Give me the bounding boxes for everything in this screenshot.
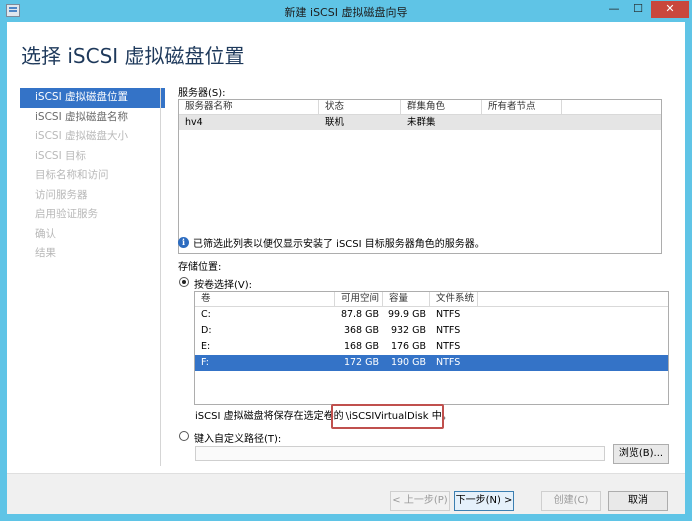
- steps-divider: [160, 88, 161, 466]
- wizard-content: 选择 iSCSI 虚拟磁盘位置 iSCSI 虚拟磁盘位置 iSCSI 虚拟磁盘名…: [7, 22, 685, 514]
- column-header-status[interactable]: 状态: [319, 100, 401, 114]
- close-button[interactable]: ✕: [651, 1, 689, 18]
- select-by-volume-radio[interactable]: [179, 277, 189, 287]
- storage-location-label: 存储位置:: [178, 262, 222, 273]
- free-space-cell: 168 GB: [343, 341, 379, 352]
- server-status-cell: 联机: [325, 117, 345, 128]
- free-space-cell: 87.8 GB: [340, 309, 379, 320]
- filter-info: i 已筛选此列表以便仅显示安装了 iSCSI 目标服务器角色的服务器。: [178, 235, 485, 250]
- previous-button[interactable]: < 上一步(P): [390, 491, 450, 511]
- file-system-cell: NTFS: [436, 341, 461, 352]
- custom-path-input[interactable]: [195, 446, 605, 461]
- create-button[interactable]: 创建(C): [541, 491, 601, 511]
- column-header-owner-node[interactable]: 所有者节点: [482, 100, 562, 114]
- step-virtual-disk-name[interactable]: iSCSI 虚拟磁盘名称: [20, 108, 165, 128]
- file-system-cell: NTFS: [436, 325, 461, 336]
- cancel-button[interactable]: 取消: [608, 491, 668, 511]
- server-row[interactable]: hv4 联机 未群集: [179, 115, 661, 130]
- filter-info-text: 已筛选此列表以便仅显示安装了 iSCSI 目标服务器角色的服务器。: [193, 239, 485, 250]
- info-icon: i: [178, 237, 189, 248]
- step-virtual-disk-location[interactable]: iSCSI 虚拟磁盘位置: [20, 88, 165, 108]
- page-title: 选择 iSCSI 虚拟磁盘位置: [21, 44, 245, 68]
- free-space-cell: 172 GB: [343, 357, 379, 368]
- server-table: 服务器名称 状态 群集角色 所有者节点 hv4 联机 未群集: [178, 99, 662, 254]
- volume-row[interactable]: C: 87.8 GB 99.9 GB NTFS: [195, 307, 668, 323]
- maximize-button[interactable]: ☐: [626, 1, 650, 18]
- wizard-window: 新建 iSCSI 虚拟磁盘向导 — ☐ ✕ 选择 iSCSI 虚拟磁盘位置 iS…: [0, 0, 692, 521]
- column-header-capacity[interactable]: 容量: [383, 292, 430, 306]
- server-table-header: 服务器名称 状态 群集角色 所有者节点: [179, 100, 661, 115]
- minimize-button[interactable]: —: [602, 1, 626, 18]
- capacity-cell: 932 GB: [390, 325, 426, 336]
- wizard-button-bar: < 上一步(P) 下一步(N) > 创建(C) 取消: [7, 473, 685, 514]
- column-header-free-space[interactable]: 可用空间: [335, 292, 383, 306]
- step-confirmation: 确认: [35, 227, 56, 240]
- volume-cell: C:: [201, 309, 211, 320]
- server-label: 服务器(S):: [178, 88, 226, 99]
- file-system-cell: NTFS: [436, 309, 461, 320]
- volume-table: 卷 可用空间 容量 文件系统 C: 87.8 GB 99.9 GB NTFS D…: [194, 291, 669, 405]
- capacity-cell: 99.9 GB: [387, 309, 426, 320]
- step-iscsi-target: iSCSI 目标: [35, 149, 87, 162]
- server-cluster-role-cell: 未群集: [407, 117, 436, 128]
- window-title: 新建 iSCSI 虚拟磁盘向导: [284, 6, 408, 19]
- volume-row[interactable]: E: 168 GB 176 GB NTFS: [195, 339, 668, 355]
- path-highlight-box: [331, 404, 444, 429]
- capacity-cell: 190 GB: [390, 357, 426, 368]
- step-access-servers: 访问服务器: [35, 188, 88, 201]
- volume-row[interactable]: D: 368 GB 932 GB NTFS: [195, 323, 668, 339]
- custom-path-radio[interactable]: [179, 431, 189, 441]
- column-header-server-name[interactable]: 服务器名称: [179, 100, 319, 114]
- next-button[interactable]: 下一步(N) >: [454, 491, 514, 511]
- title-bar: 新建 iSCSI 虚拟磁盘向导 — ☐ ✕: [0, 0, 692, 22]
- browse-button[interactable]: 浏览(B)...: [613, 444, 669, 464]
- free-space-cell: 368 GB: [343, 325, 379, 336]
- step-enable-authentication: 启用验证服务: [35, 208, 98, 220]
- step-target-name-access: 目标名称和访问: [35, 169, 109, 181]
- column-header-volume[interactable]: 卷: [195, 292, 335, 306]
- column-header-file-system[interactable]: 文件系统: [430, 292, 478, 306]
- custom-path-label[interactable]: 键入自定义路径(T):: [194, 430, 281, 445]
- capacity-cell: 176 GB: [390, 341, 426, 352]
- select-by-volume-label[interactable]: 按卷选择(V):: [194, 276, 252, 291]
- server-name-cell: hv4: [185, 117, 203, 128]
- step-results: 结果: [35, 247, 56, 259]
- file-system-cell: NTFS: [436, 357, 461, 368]
- wizard-steps-nav: iSCSI 虚拟磁盘位置 iSCSI 虚拟磁盘名称 iSCSI 虚拟磁盘大小 i…: [20, 88, 165, 264]
- volume-table-header: 卷 可用空间 容量 文件系统: [195, 292, 668, 307]
- step-virtual-disk-size: iSCSI 虚拟磁盘大小: [35, 130, 129, 142]
- volume-row-selected[interactable]: F: 172 GB 190 GB NTFS: [195, 355, 668, 371]
- server-owner-node-cell: [482, 115, 562, 130]
- volume-cell: D:: [201, 325, 212, 336]
- volume-cell: F:: [201, 357, 209, 368]
- column-header-cluster-role[interactable]: 群集角色: [401, 100, 482, 114]
- save-path-note-prefix: iSCSI 虚拟磁盘将保存在选定卷的: [195, 411, 344, 422]
- volume-cell: E:: [201, 341, 211, 352]
